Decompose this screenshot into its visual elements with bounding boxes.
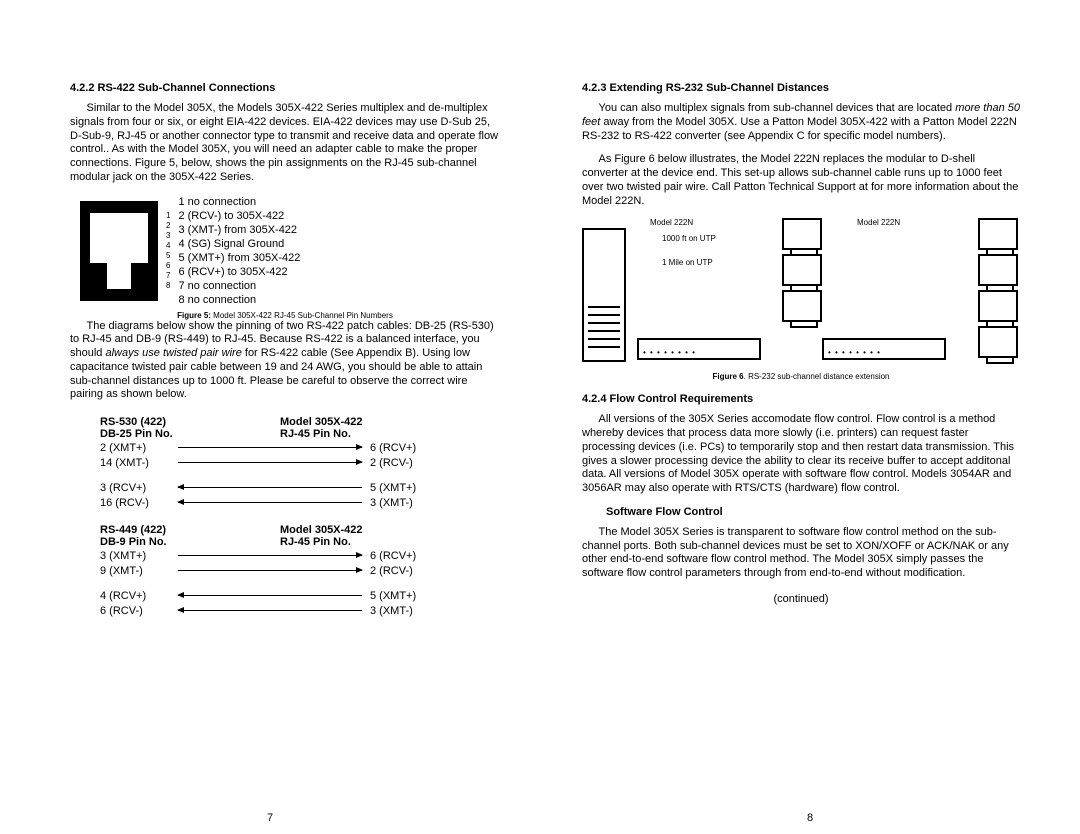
page-left: 4.2.2 RS-422 Sub-Channel Connections Sim… [0, 0, 540, 834]
table-head-left: RS-449 (422) [100, 524, 280, 536]
pin-4: 4 (SG) Signal Ground [178, 237, 300, 251]
pin-1: 1 no connection [178, 195, 300, 209]
table-head-left: RS-530 (422) [100, 416, 280, 428]
pc-icon [782, 254, 822, 286]
pin-right: 5 (XMT+) [370, 590, 440, 602]
arrow-left-icon [178, 502, 362, 503]
pc-icon [978, 326, 1018, 358]
figure-6: Model 222N Model 222N 1000 ft on UTP 1 M… [582, 218, 1020, 368]
table-subhead-left: DB-25 Pin No. [100, 428, 280, 440]
pc-icon [782, 290, 822, 322]
server-icon [582, 228, 626, 362]
para-pinning-intro: The diagrams below show the pinning of t… [70, 320, 500, 403]
pin-left: 6 (RCV-) [100, 605, 170, 617]
pin-left: 2 (XMT+) [100, 442, 170, 454]
pin-right: 6 (RCV+) [370, 550, 440, 562]
fig6-label-222n-a: Model 222N [650, 218, 693, 227]
arrow-right-icon [178, 462, 362, 463]
pin-left: 3 (XMT+) [100, 550, 170, 562]
arrow-left-icon [178, 487, 362, 488]
table-row: 3 (RCV+) 5 (XMT+) [100, 480, 440, 495]
para-extending-2: As Figure 6 below illustrates, the Model… [582, 153, 1020, 208]
pin-right: 5 (XMT+) [370, 482, 440, 494]
pinning-table-rs530: RS-530 (422) Model 305X-422 DB-25 Pin No… [100, 416, 440, 510]
page-right: 4.2.3 Extending RS-232 Sub-Channel Dista… [540, 0, 1080, 834]
pc-icon [782, 218, 822, 250]
fig6-label-1000ft: 1000 ft on UTP [662, 234, 716, 243]
mux-b-icon [822, 338, 946, 360]
heading-softwarefc: Software Flow Control [606, 506, 1020, 518]
table-row: 9 (XMT-) 2 (RCV-) [100, 563, 440, 578]
pin-5: 5 (XMT+) from 305X-422 [178, 251, 300, 265]
table-row: 6 (RCV-) 3 (XMT-) [100, 603, 440, 618]
figure-5-caption: Figure 5: Model 305X-422 RJ-45 Sub-Chann… [70, 311, 500, 320]
pin-left: 4 (RCV+) [100, 590, 170, 602]
pc-icon [978, 290, 1018, 322]
rj45-pin-index: 12345678 [166, 211, 170, 291]
heading-flowcontrol: 4.2.4 Flow Control Requirements [582, 393, 1020, 405]
pin-left: 3 (RCV+) [100, 482, 170, 494]
fig6-label-1mile: 1 Mile on UTP [662, 258, 713, 267]
pin-right: 3 (XMT-) [370, 497, 440, 509]
table-subhead-right: RJ-45 Pin No. [280, 536, 351, 548]
table-head-right: Model 305X-422 [280, 416, 363, 428]
para-422-intro: Similar to the Model 305X, the Models 30… [70, 102, 500, 185]
table-subhead-left: DB-9 Pin No. [100, 536, 280, 548]
table-subhead-right: RJ-45 Pin No. [280, 428, 351, 440]
pin-2: 2 (RCV-) to 305X-422 [178, 209, 300, 223]
continued-label: (continued) [582, 593, 1020, 605]
table-row: 14 (XMT-) 2 (RCV-) [100, 455, 440, 470]
table-row: 3 (XMT+) 6 (RCV+) [100, 548, 440, 563]
pin-left: 9 (XMT-) [100, 565, 170, 577]
heading-extending: 4.2.3 Extending RS-232 Sub-Channel Dista… [582, 82, 1020, 94]
pin-3: 3 (XMT-) from 305X-422 [178, 223, 300, 237]
pin-8: 8 no connection [178, 293, 300, 307]
para-extending-1: You can also multiplex signals from sub-… [582, 102, 1020, 143]
para-softwarefc: The Model 305X Series is transparent to … [582, 526, 1020, 581]
pin-left: 14 (XMT-) [100, 457, 170, 469]
mux-a-icon [637, 338, 761, 360]
arrow-right-icon [178, 447, 362, 448]
rj45-pin-list: 1 no connection 2 (RCV-) to 305X-422 3 (… [178, 195, 300, 307]
pin-right: 2 (RCV-) [370, 457, 440, 469]
pc-icon [978, 254, 1018, 286]
table-row: 4 (RCV+) 5 (XMT+) [100, 588, 440, 603]
rj45-icon [80, 201, 158, 301]
figure-5: 12345678 1 no connection 2 (RCV-) to 305… [80, 195, 500, 307]
arrow-left-icon [178, 610, 362, 611]
para-flowcontrol: All versions of the 305X Series accomoda… [582, 413, 1020, 496]
figure-6-caption: Figure 6. RS-232 sub-channel distance ex… [582, 372, 1020, 381]
heading-422: 4.2.2 RS-422 Sub-Channel Connections [70, 82, 500, 94]
arrow-left-icon [178, 595, 362, 596]
pin-right: 6 (RCV+) [370, 442, 440, 454]
table-head-right: Model 305X-422 [280, 524, 363, 536]
page-number-left: 7 [0, 812, 540, 824]
table-row: 2 (XMT+) 6 (RCV+) [100, 440, 440, 455]
pin-6: 6 (RCV+) to 305X-422 [178, 265, 300, 279]
pc-icon [978, 218, 1018, 250]
arrow-right-icon [178, 570, 362, 571]
pin-right: 2 (RCV-) [370, 565, 440, 577]
table-row: 16 (RCV-) 3 (XMT-) [100, 495, 440, 510]
pin-left: 16 (RCV-) [100, 497, 170, 509]
page-number-right: 8 [540, 812, 1080, 824]
pin-7: 7 no connection [178, 279, 300, 293]
pin-right: 3 (XMT-) [370, 605, 440, 617]
fig6-label-222n-b: Model 222N [857, 218, 900, 227]
arrow-right-icon [178, 555, 362, 556]
pinning-table-rs449: RS-449 (422) Model 305X-422 DB-9 Pin No.… [100, 524, 440, 618]
